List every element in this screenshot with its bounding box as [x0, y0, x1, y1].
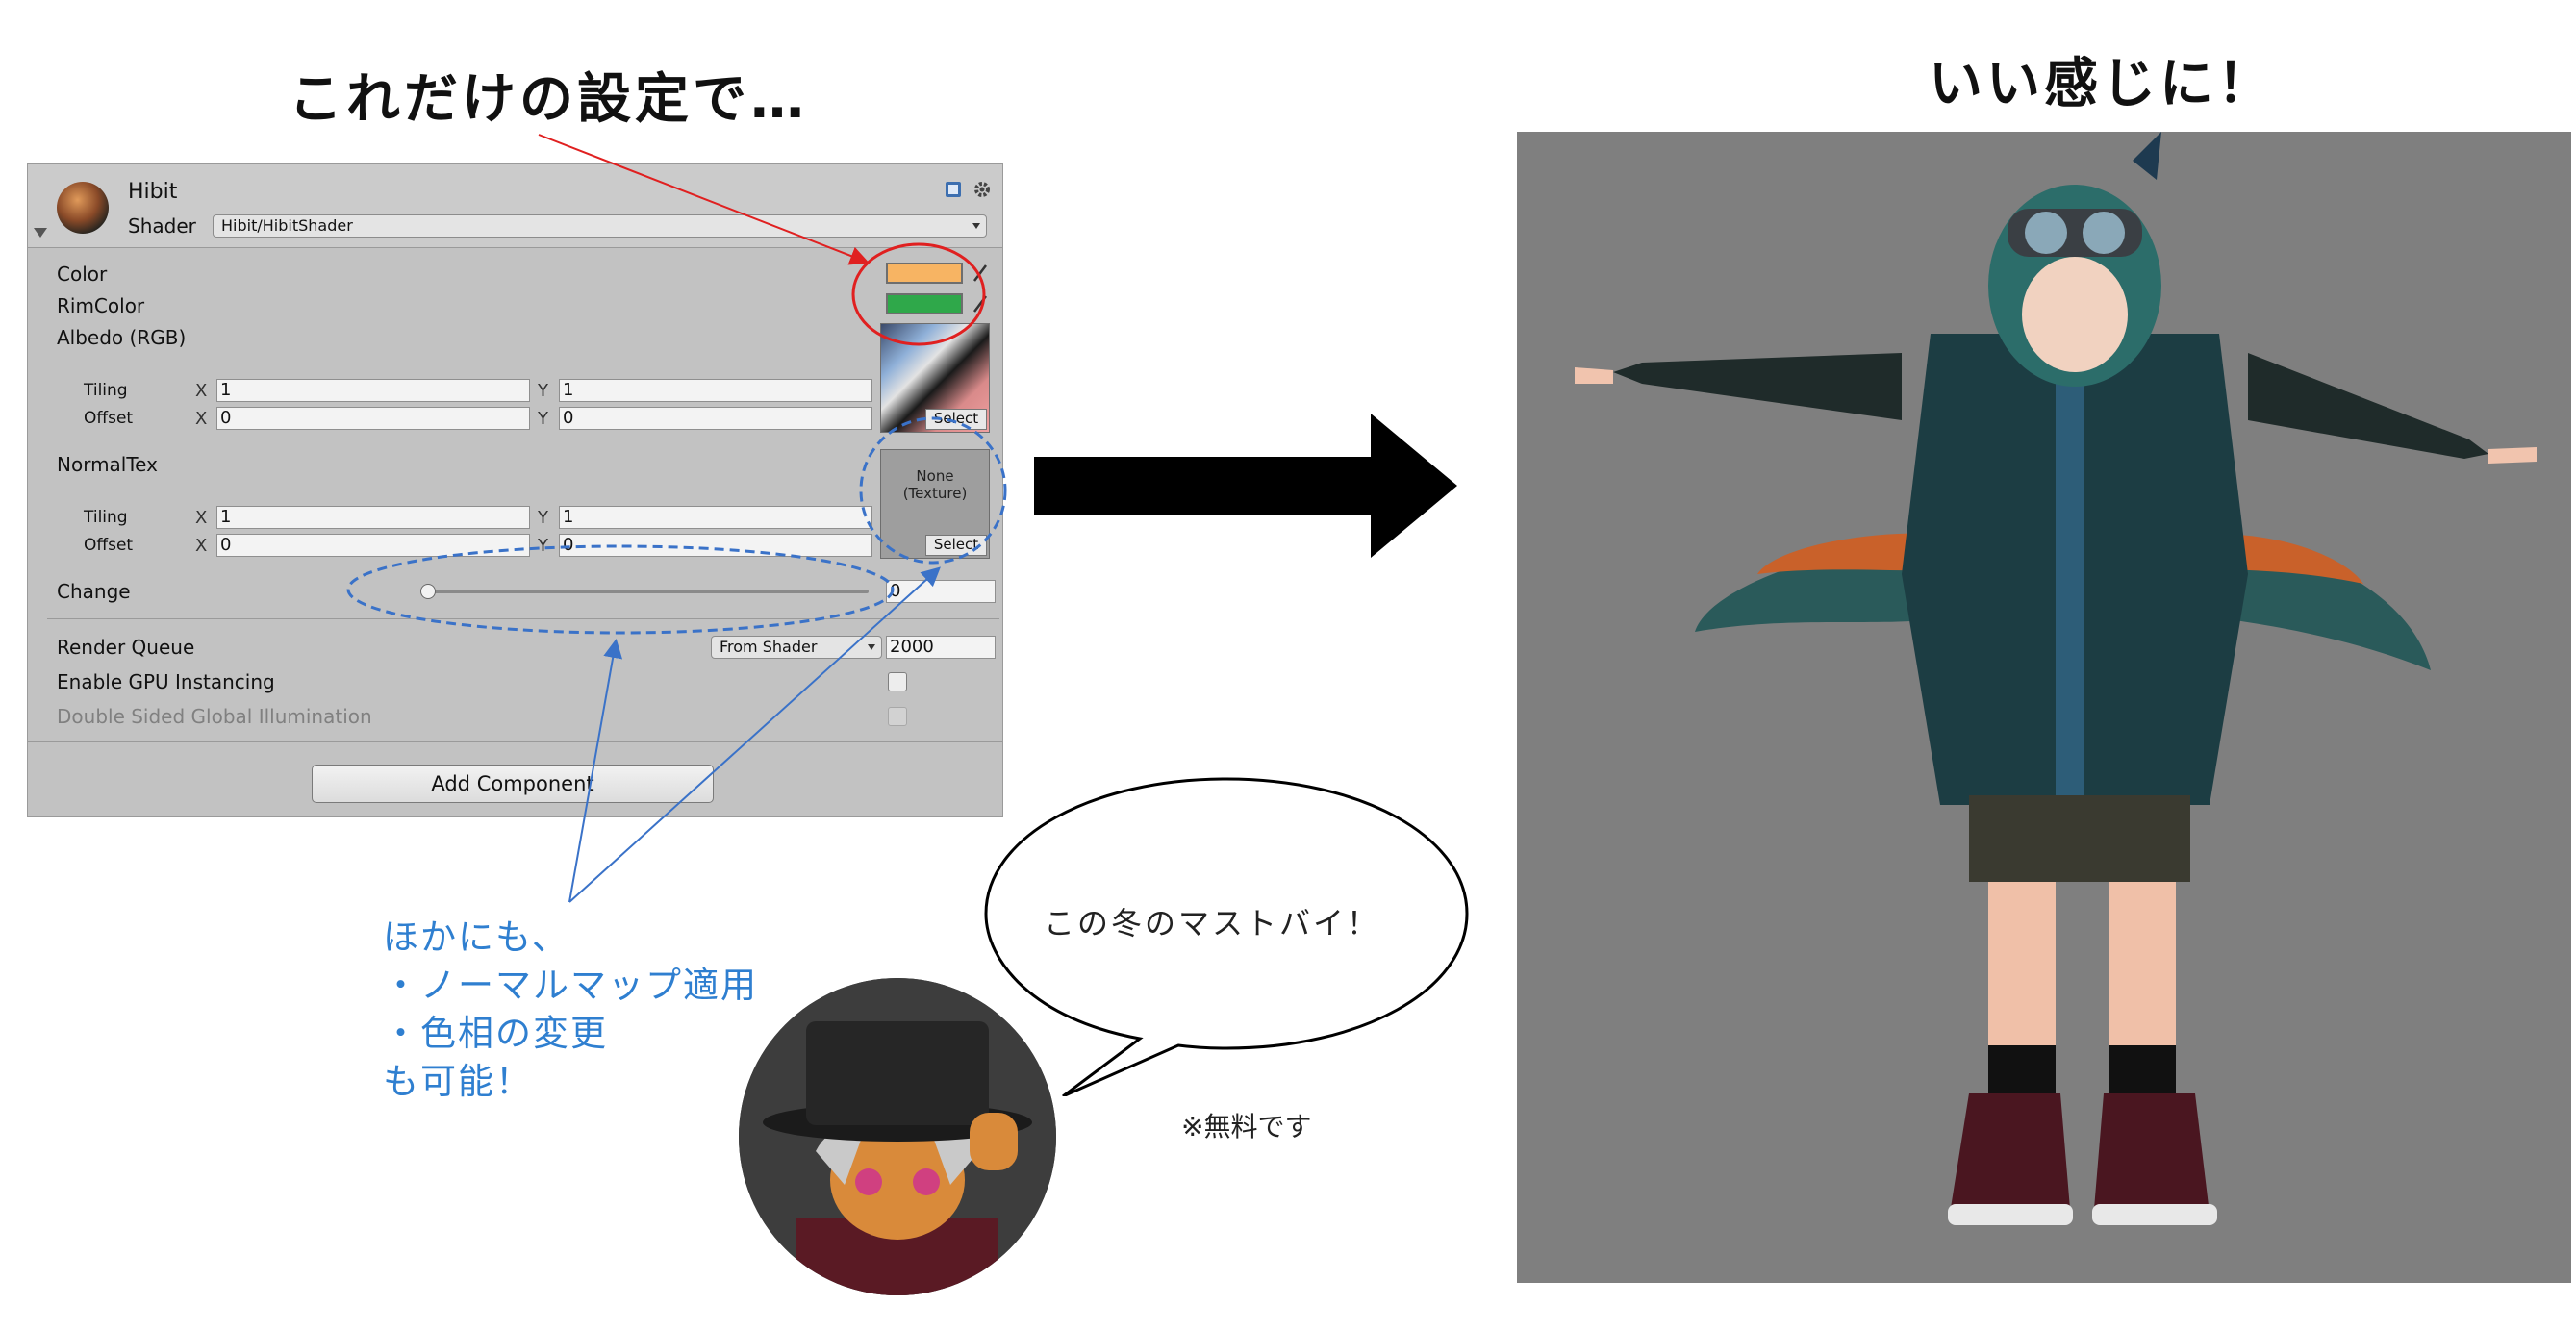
blue-pointer-line-normal [568, 566, 941, 903]
note-line: も可能！ [383, 1061, 533, 1102]
render-preview-panel [1517, 132, 2571, 1283]
red-highlight-ellipse [851, 242, 986, 346]
extra-features-note: ほかにも、 ・ノーマルマップ適用 ・色相の変更 も可能！ [383, 914, 758, 1106]
character-render-image [1517, 132, 2571, 1283]
speech-text: この冬のマストバイ！ [1044, 905, 1381, 942]
note-line: ・ノーマルマップ適用 [383, 965, 758, 1006]
blue-dashed-ellipse-normal [859, 416, 1007, 565]
free-note: ※無料です [1181, 1111, 1312, 1143]
big-right-arrow [1034, 414, 1457, 558]
top-hat-character-image [739, 978, 1056, 1295]
note-line: ほかにも、 [383, 917, 569, 958]
red-pointer-line [538, 134, 870, 265]
blue-pointer-line-slider [568, 639, 623, 903]
note-line: ・色相の変更 [383, 1013, 608, 1054]
blue-dashed-ellipse-slider [346, 544, 895, 635]
avatar [739, 978, 1056, 1295]
